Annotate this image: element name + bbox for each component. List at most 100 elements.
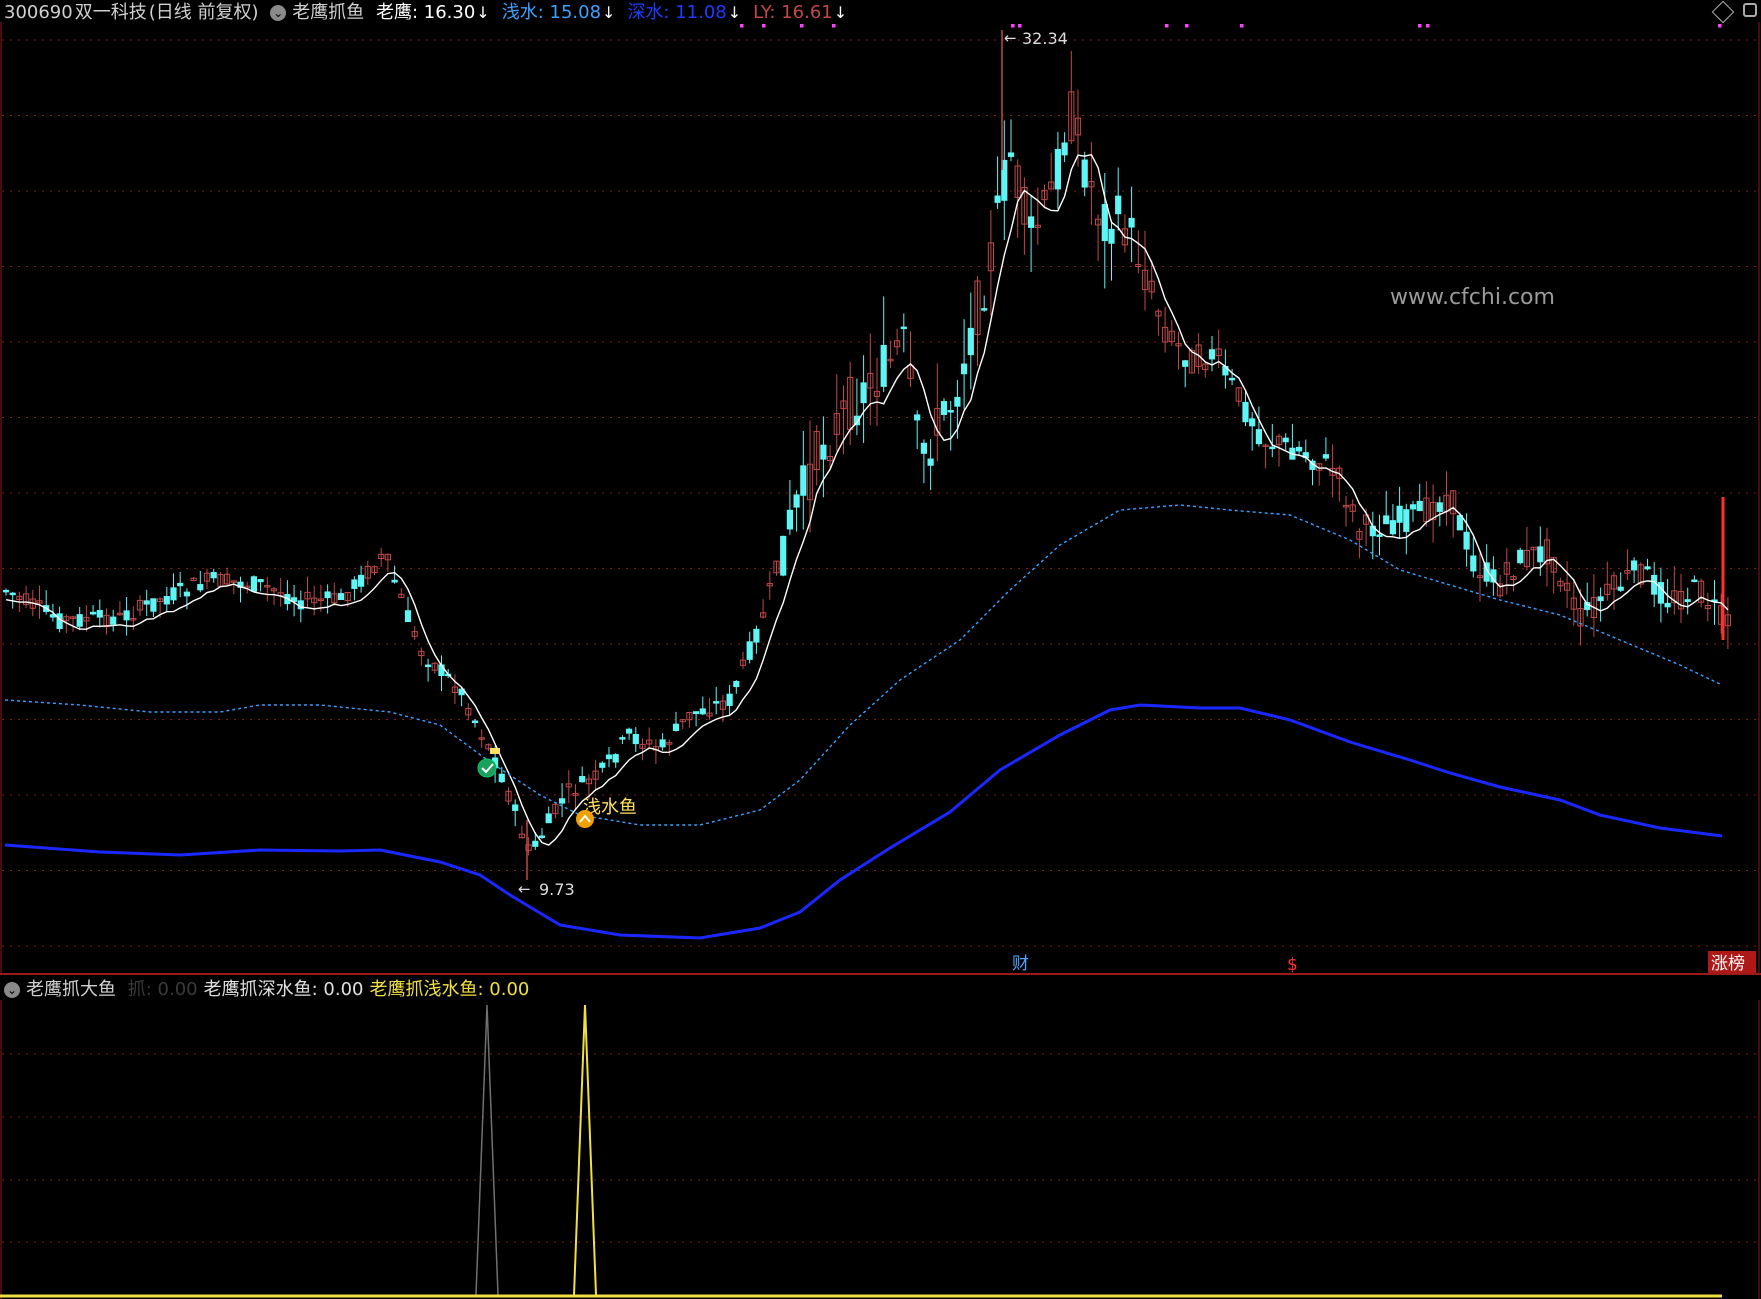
candle-body (672, 723, 680, 731)
candle-body (110, 616, 117, 625)
candle-body (927, 458, 934, 466)
candle-body (1456, 515, 1464, 531)
candle-body (880, 344, 887, 387)
candle-body (96, 610, 103, 618)
chevron-down-icon[interactable]: ⌄ (4, 982, 20, 998)
candle-body (170, 587, 177, 601)
candle-body (1182, 360, 1189, 367)
candle-body (257, 579, 264, 583)
ma-deep-line (4, 703, 1723, 940)
candle-body (1383, 515, 1390, 525)
candle-body (1470, 555, 1477, 572)
signal-dot (1718, 24, 1722, 28)
candle-body (391, 579, 398, 583)
signal-dot (832, 24, 836, 28)
candle-body (197, 584, 204, 591)
main-price-chart[interactable]: ← 32.34← 9.73浅水鱼www.cfchi.com财 $ 涨榜 (0, 0, 1761, 975)
sub-legend-item: 抓: 0.00 (127, 979, 198, 1000)
candle-body (56, 613, 63, 630)
low-arrow-icon: ← (518, 880, 531, 898)
candle-body (177, 582, 184, 587)
candle-body (746, 641, 753, 660)
sub-legend-item: 老鹰抓深水鱼: 0.00 (203, 979, 364, 1000)
candle-body (1296, 446, 1303, 452)
candle-body (786, 509, 793, 530)
candle-body (1463, 531, 1470, 550)
candle-body (612, 754, 619, 763)
candle-body (1249, 418, 1256, 427)
candle-body (1436, 502, 1443, 512)
candle-body (659, 739, 666, 748)
candle-body (1054, 148, 1062, 190)
candle-body (1631, 560, 1638, 571)
candle-body (471, 720, 479, 724)
candle-body (143, 600, 150, 605)
candle-body (914, 414, 921, 421)
rank-marker: 涨榜 (1711, 954, 1745, 974)
signal-dot (1240, 24, 1244, 28)
candle-body (967, 327, 974, 356)
dollar-marker: $ (1287, 955, 1298, 975)
finance-marker: 财 (1012, 954, 1029, 974)
candle-body (150, 598, 157, 612)
deep-fish-signal-peak (475, 1004, 499, 1296)
candle-body (425, 664, 432, 668)
candle-body (90, 611, 97, 615)
candle-body (210, 572, 217, 579)
candle-body (9, 592, 16, 596)
candle-body (579, 776, 586, 783)
candle-body (404, 610, 412, 623)
high-price-label: 32.34 (1022, 29, 1068, 48)
candle-body (693, 711, 700, 715)
sub-indicator-chart[interactable] (0, 1000, 1761, 1299)
candle-body (1255, 429, 1263, 445)
signal-dot (1426, 24, 1430, 28)
candle-body (961, 363, 968, 375)
sub-indicator-name[interactable]: 老鹰抓大鱼 (26, 979, 116, 1000)
candle-body (793, 494, 800, 508)
flag-icon (490, 748, 500, 754)
sub-legend: 抓: 0.00 老鹰抓深水鱼: 0.00 老鹰抓浅水鱼: 0.00 (128, 979, 536, 1000)
candle-body (1282, 437, 1289, 443)
candle-body (1376, 534, 1383, 537)
candle-body (324, 591, 331, 599)
candle-body (605, 754, 613, 760)
candle-body (1242, 401, 1249, 423)
shallow-fish-signal-icon (576, 810, 594, 828)
candle-body (1396, 505, 1403, 523)
high-arrow-icon: ← (1004, 29, 1017, 47)
signal-dot (800, 24, 804, 28)
candle-body (981, 308, 988, 311)
candle-body (538, 835, 546, 838)
candle-body (1322, 454, 1330, 459)
candle-body (337, 593, 345, 600)
candle-body (940, 401, 948, 415)
candle-body (1597, 596, 1604, 602)
candle-body (800, 465, 807, 496)
candle-body (1651, 574, 1658, 595)
candle-body (1403, 509, 1410, 532)
candle-body (1684, 599, 1691, 603)
stock-chart-window[interactable]: 300690 双一科技 (日线 前复权) ⌄ 老鹰抓鱼 老鹰: 16.30↓ 浅水: 1… (0, 0, 1761, 1299)
shallow-fish-signal-peak (573, 1004, 597, 1296)
candle-body (1517, 549, 1524, 564)
candle-body (1537, 546, 1544, 563)
candle-body (1101, 204, 1108, 242)
candle-body (632, 734, 639, 745)
candle-body (76, 614, 83, 627)
candle-body (183, 591, 191, 597)
candle-body (1269, 446, 1276, 450)
candle-body (780, 535, 787, 576)
candle-body (1229, 377, 1236, 381)
candle-body (1389, 520, 1397, 535)
candle-body (1108, 228, 1115, 244)
candle-body (1061, 142, 1068, 156)
candle-body (626, 728, 633, 734)
candle-body (1691, 579, 1698, 583)
candle-body (699, 708, 706, 715)
candle-body (512, 804, 519, 811)
candle-body (163, 595, 170, 605)
candle-body (1617, 586, 1624, 591)
candle-body (954, 396, 961, 407)
candle-body (1028, 216, 1035, 228)
